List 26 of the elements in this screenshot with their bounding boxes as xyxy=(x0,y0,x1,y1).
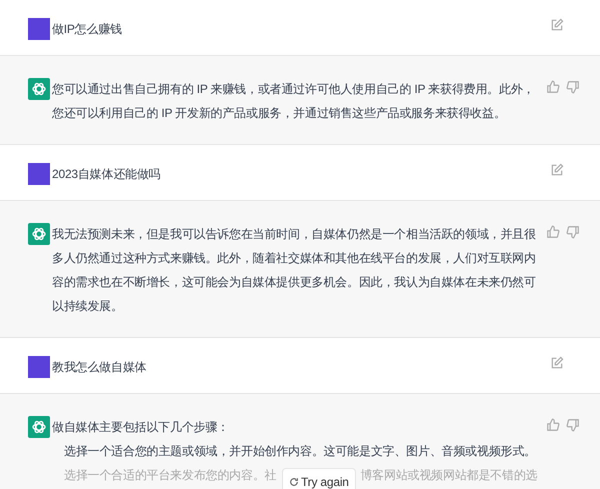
faded-step-text: 选择一个合适的平台来发布您的内容。社 xyxy=(64,467,276,484)
user-avatar xyxy=(28,163,50,185)
edit-icon[interactable] xyxy=(550,18,564,32)
assistant-message: 您可以通过出售自己拥有的 IP 来赚钱，或者通过许可他人使用自己的 IP 来获得费用。此外，您还可以利用自己的 IP 开发新的产品或服务，并通过销售这些产品或服务来获得收益。 xyxy=(52,81,536,122)
assistant-logo-icon xyxy=(28,223,50,245)
assistant-message: 我无法预测未来，但是我可以告诉您在当前时间，自媒体仍然是一个相当活跃的领域，并且很多人仍然通过这种方式来赚钱。此外，随着社交媒体和其他在线平台的发展，人们对互联网内容的需求也在不断增长，这可能会为自媒体提供更多机会。因此，我认为自媒体在未来仍然可以持续发展。 xyxy=(52,226,537,315)
step-text: 选择一个适合您的主题或领域，并开始创作内容。这可能是文字、图片、音频或视频形式。 xyxy=(63,443,538,460)
assistant-message: 做自媒体主要包括以下几个步骤： xyxy=(52,419,230,436)
refresh-icon xyxy=(289,477,299,487)
user-avatar xyxy=(28,356,50,378)
thumbs-up-icon[interactable] xyxy=(546,80,560,94)
faded-step-text: 博客网站或视频网站都是不错的选 xyxy=(360,467,538,484)
assistant-logo-icon xyxy=(28,78,50,100)
thumbs-down-icon[interactable] xyxy=(566,418,580,432)
user-avatar xyxy=(28,18,50,40)
user-message: 2023自媒体还能做吗 xyxy=(52,166,162,183)
try-again-button[interactable]: Try again xyxy=(282,468,356,489)
thumbs-down-icon[interactable] xyxy=(566,80,580,94)
assistant-logo-icon xyxy=(28,416,50,438)
thumbs-up-icon[interactable] xyxy=(546,418,560,432)
thumbs-up-icon[interactable] xyxy=(546,225,560,239)
edit-icon[interactable] xyxy=(550,356,564,370)
thumbs-down-icon[interactable] xyxy=(566,225,580,239)
user-message: 教我怎么做自媒体 xyxy=(52,359,148,376)
user-message: 做IP怎么赚钱 xyxy=(52,21,123,38)
edit-icon[interactable] xyxy=(550,163,564,177)
